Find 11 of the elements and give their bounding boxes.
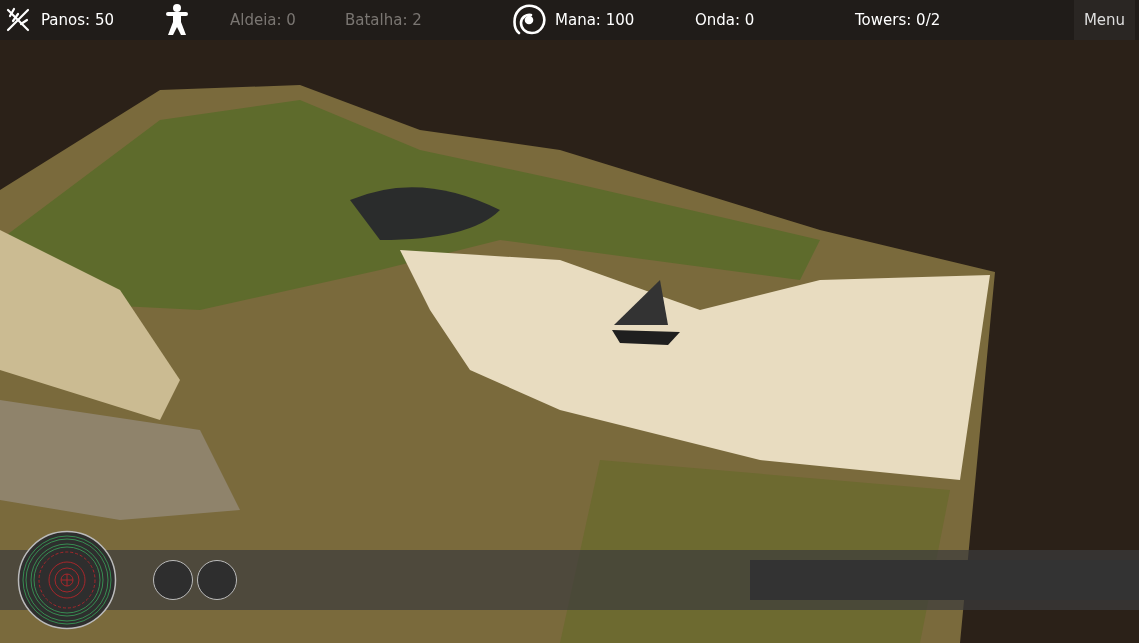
- stat-label: Panos: 50: [41, 11, 114, 29]
- stat-label: Mana: 100: [555, 11, 635, 29]
- person-figure-icon: [165, 3, 189, 37]
- crossed-sticks-icon: [5, 7, 31, 33]
- stat-label: Towers: 0/2: [855, 11, 941, 29]
- menu-button[interactable]: Menu: [1074, 0, 1135, 40]
- stat-label: Onda: 0: [695, 11, 755, 29]
- stat-label: Aldeia: 0: [230, 11, 296, 29]
- stat-label: Batalha: 2: [345, 11, 422, 29]
- rosette-button[interactable]: [17, 530, 117, 630]
- spiral-icon: [512, 3, 546, 37]
